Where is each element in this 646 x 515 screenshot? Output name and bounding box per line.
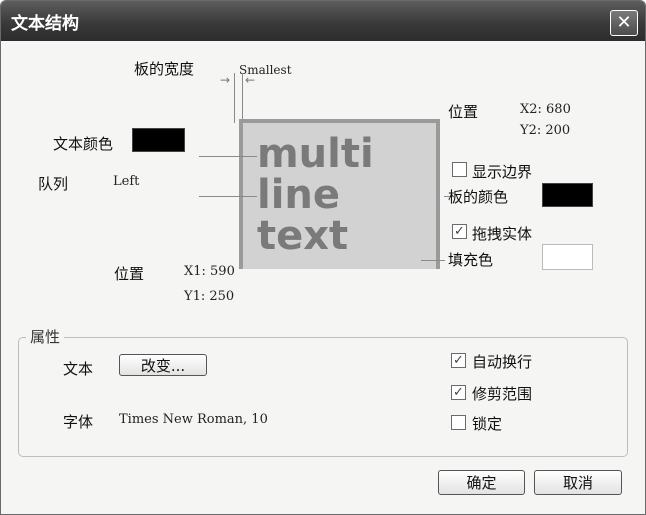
text-label: 文本: [63, 360, 94, 378]
arrow-right-icon: →: [220, 73, 231, 87]
fill-color-label: 填充色: [448, 251, 494, 269]
show-border-checkbox[interactable]: [452, 162, 467, 177]
lock-checkbox[interactable]: [451, 415, 466, 430]
font-label: 字体: [63, 413, 94, 431]
panel-width-label: 板的宽度: [134, 60, 195, 78]
x1-value: X1: 590: [184, 264, 235, 279]
properties-group-label: 属性: [26, 326, 65, 347]
auto-wrap-checkbox[interactable]: ✓: [451, 353, 466, 368]
align-pointer: [199, 196, 257, 197]
text-color-swatch[interactable]: [132, 128, 185, 152]
title-bar[interactable]: 文本结构 ✕: [1, 1, 645, 41]
position2-label: 位置: [448, 103, 479, 121]
arrow-left-icon: ←: [245, 73, 256, 87]
y1-value: Y1: 250: [184, 289, 235, 304]
drag-solid-checkbox[interactable]: ✓: [452, 224, 467, 239]
cancel-button[interactable]: 取消: [534, 470, 622, 495]
dialog-window: 文本结构 ✕ 板的宽度 Smallest → ← 文本颜色 队列 Left mu…: [0, 0, 646, 515]
width-guide-right: [242, 73, 243, 123]
dialog-title: 文本结构: [11, 14, 79, 34]
fill-color-pointer: [421, 260, 445, 261]
panel-color-swatch[interactable]: [542, 183, 593, 207]
preview-line-1: multi: [257, 131, 374, 177]
font-value: Times New Roman, 10: [119, 412, 268, 427]
ok-button[interactable]: 确定: [438, 470, 525, 495]
align-value[interactable]: Left: [113, 174, 139, 189]
auto-wrap-label: 自动换行: [472, 353, 533, 371]
preview-line-2: line: [257, 172, 341, 218]
lock-label: 锁定: [472, 415, 503, 433]
change-text-button[interactable]: 改变...: [119, 354, 207, 376]
align-label: 队列: [38, 175, 69, 193]
trim-range-checkbox[interactable]: ✓: [451, 385, 466, 400]
drag-solid-label: 拖拽实体: [472, 225, 533, 243]
fill-color-swatch[interactable]: [542, 244, 593, 270]
text-color-label: 文本颜色: [53, 135, 114, 153]
close-icon[interactable]: ✕: [610, 10, 638, 36]
text-color-pointer: [199, 156, 257, 157]
panel-color-label: 板的颜色: [448, 188, 509, 206]
position1-label: 位置: [114, 265, 145, 283]
properties-group: [18, 337, 628, 457]
x2-value: X2: 680: [520, 102, 571, 117]
preview-line-3: text: [257, 213, 349, 259]
trim-range-label: 修剪范围: [472, 385, 533, 403]
show-border-label: 显示边界: [472, 163, 533, 181]
y2-value: Y2: 200: [520, 123, 571, 138]
width-guide-left: [234, 73, 235, 123]
